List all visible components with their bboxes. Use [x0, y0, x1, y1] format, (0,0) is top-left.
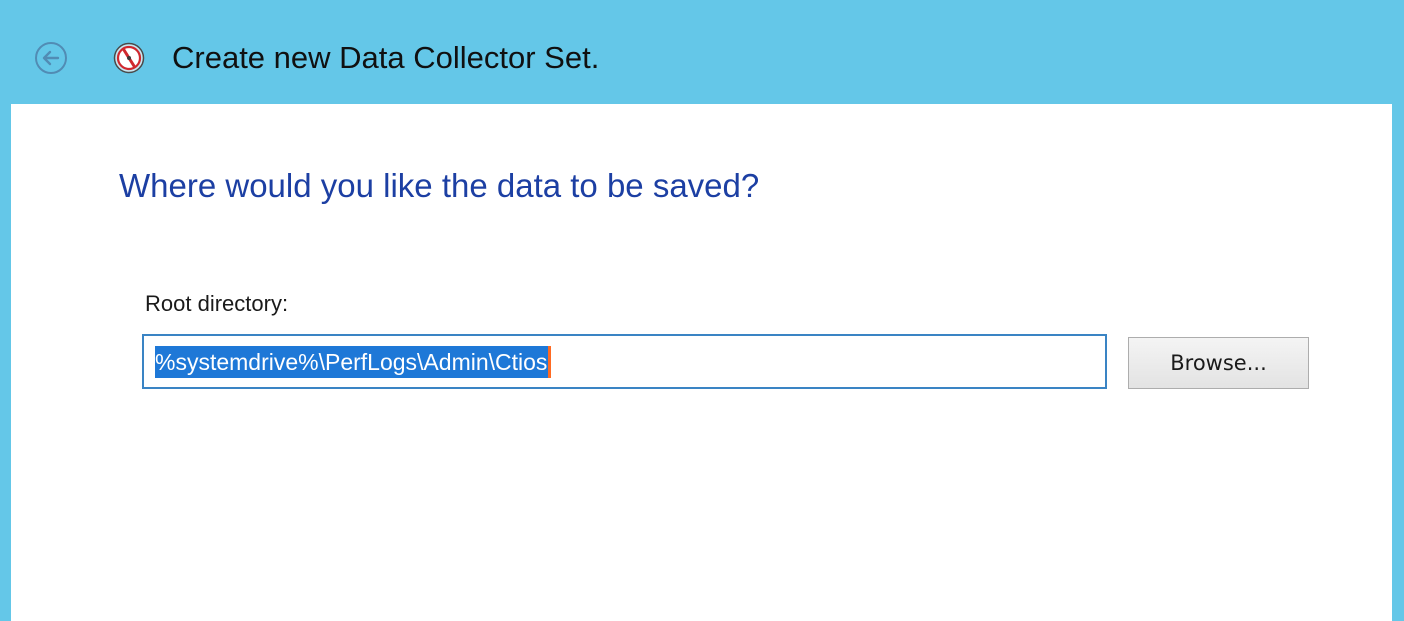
root-directory-value: %systemdrive%\PerfLogs\Admin\Ctios	[155, 349, 548, 375]
page-heading: Where would you like the data to be save…	[119, 167, 760, 204]
wizard-content: Where would you like the data to be save…	[11, 104, 1392, 621]
text-caret	[548, 346, 552, 378]
back-arrow-icon	[42, 50, 60, 66]
back-button[interactable]	[35, 42, 67, 74]
selected-input-text: %systemdrive%\PerfLogs\Admin\Ctios	[155, 346, 552, 378]
performance-monitor-icon	[113, 42, 145, 74]
root-directory-label: Root directory:	[145, 291, 289, 316]
title-bar: Create new Data Collector Set.	[0, 0, 1404, 104]
wizard-window: Create new Data Collector Set. Where wou…	[0, 0, 1404, 621]
browse-button[interactable]: Browse...	[1128, 337, 1309, 389]
window-title: Create new Data Collector Set.	[172, 40, 600, 75]
root-directory-input[interactable]: %systemdrive%\PerfLogs\Admin\Ctios	[142, 334, 1107, 389]
